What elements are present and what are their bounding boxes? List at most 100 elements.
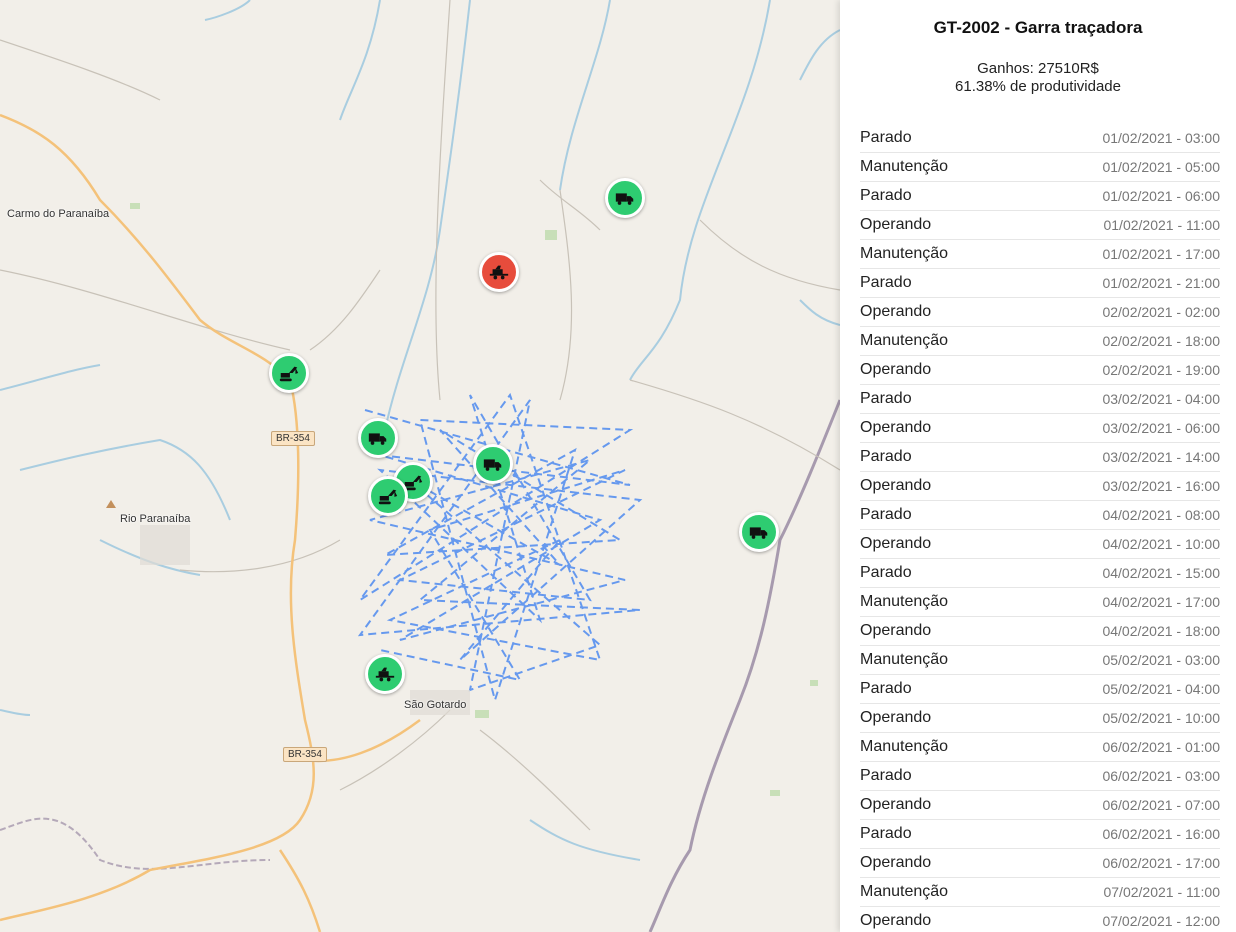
- event-row: Parado 03/02/2021 - 14:00: [860, 443, 1220, 472]
- event-datetime: 03/02/2021 - 04:00: [1102, 391, 1220, 407]
- event-status: Manutenção: [860, 158, 949, 175]
- productivity-text: 61.38% de produtividade: [955, 78, 1121, 95]
- event-datetime: 01/02/2021 - 06:00: [1102, 188, 1220, 204]
- event-status: Parado: [860, 506, 912, 523]
- truck-icon: [615, 193, 634, 205]
- event-status: Operando: [860, 361, 932, 378]
- event-datetime: 04/02/2021 - 17:00: [1102, 594, 1220, 610]
- event-row: Manutenção 01/02/2021 - 05:00: [860, 153, 1220, 182]
- event-row: Parado 01/02/2021 - 03:00: [860, 124, 1220, 153]
- road-shield: BR-354: [283, 747, 327, 762]
- event-row: Operando 06/02/2021 - 07:00: [860, 791, 1220, 820]
- event-status: Manutenção: [860, 738, 949, 755]
- panel-title: GT-2002 - Garra traçadora: [933, 18, 1143, 37]
- road-shield: BR-354: [271, 431, 315, 446]
- map-view[interactable]: Carmo do Paranaíba Rio Paranaíba São Got…: [0, 0, 840, 932]
- equipment-marker[interactable]: [269, 353, 309, 393]
- event-row: Operando 07/02/2021 - 12:00: [860, 907, 1220, 932]
- event-status: Operando: [860, 854, 932, 871]
- event-datetime: 04/02/2021 - 10:00: [1102, 536, 1220, 552]
- harvester-icon: [375, 667, 395, 682]
- equipment-marker[interactable]: [473, 444, 513, 484]
- event-datetime: 04/02/2021 - 18:00: [1102, 623, 1220, 639]
- event-row: Operando 03/02/2021 - 06:00: [860, 414, 1220, 443]
- event-row: Parado 05/02/2021 - 04:00: [860, 675, 1220, 704]
- event-datetime: 05/02/2021 - 10:00: [1102, 710, 1220, 726]
- harvester-icon: [489, 265, 509, 280]
- event-datetime: 04/02/2021 - 08:00: [1102, 507, 1220, 523]
- event-datetime: 02/02/2021 - 02:00: [1102, 304, 1220, 320]
- event-status: Operando: [860, 216, 932, 233]
- place-label: Carmo do Paranaíba: [7, 208, 110, 220]
- event-status: Parado: [860, 564, 912, 581]
- event-row: Parado 04/02/2021 - 15:00: [860, 559, 1220, 588]
- event-row: Parado 03/02/2021 - 04:00: [860, 385, 1220, 414]
- event-status: Manutenção: [860, 332, 949, 349]
- event-status: Manutenção: [860, 651, 949, 668]
- place-label: São Gotardo: [404, 699, 467, 711]
- truck-icon: [368, 433, 387, 445]
- event-status: Operando: [860, 912, 932, 929]
- event-row: Manutenção 01/02/2021 - 17:00: [860, 240, 1220, 269]
- event-row: Operando 04/02/2021 - 10:00: [860, 530, 1220, 559]
- equipment-marker[interactable]: [479, 252, 519, 292]
- event-datetime: 01/02/2021 - 17:00: [1102, 246, 1220, 262]
- event-status: Parado: [860, 825, 912, 842]
- equipment-marker[interactable]: [368, 476, 408, 516]
- event-status: Operando: [860, 796, 932, 813]
- event-datetime: 01/02/2021 - 21:00: [1102, 275, 1220, 291]
- event-row: Operando 06/02/2021 - 17:00: [860, 849, 1220, 878]
- event-datetime: 05/02/2021 - 03:00: [1102, 652, 1220, 668]
- equipment-marker[interactable]: [358, 418, 398, 458]
- event-datetime: 01/02/2021 - 03:00: [1102, 130, 1220, 146]
- event-status: Parado: [860, 448, 912, 465]
- event-status: Parado: [860, 129, 912, 146]
- event-row: Operando 01/02/2021 - 11:00: [860, 211, 1220, 240]
- event-status: Manutenção: [860, 245, 949, 262]
- equipment-marker[interactable]: [365, 654, 405, 694]
- event-status: Manutenção: [860, 593, 949, 610]
- event-status: Operando: [860, 535, 932, 552]
- event-status: Operando: [860, 622, 932, 639]
- equipment-marker[interactable]: [605, 178, 645, 218]
- event-datetime: 06/02/2021 - 07:00: [1102, 797, 1220, 813]
- event-row: Parado 01/02/2021 - 06:00: [860, 182, 1220, 211]
- event-datetime: 04/02/2021 - 15:00: [1102, 565, 1220, 581]
- place-label: Rio Paranaíba: [120, 513, 191, 525]
- event-datetime: 06/02/2021 - 01:00: [1102, 739, 1220, 755]
- event-status: Operando: [860, 477, 932, 494]
- event-status: Parado: [860, 274, 912, 291]
- event-datetime: 07/02/2021 - 12:00: [1102, 913, 1220, 929]
- earnings-text: Ganhos: 27510R$: [977, 60, 1099, 77]
- event-datetime: 03/02/2021 - 06:00: [1102, 420, 1220, 436]
- event-row: Operando 03/02/2021 - 16:00: [860, 472, 1220, 501]
- event-row: Parado 01/02/2021 - 21:00: [860, 269, 1220, 298]
- event-datetime: 02/02/2021 - 18:00: [1102, 333, 1220, 349]
- event-status: Parado: [860, 187, 912, 204]
- truck-icon: [749, 527, 768, 539]
- equipment-panel: GT-2002 - Garra traçadora Ganhos: 27510R…: [840, 0, 1236, 932]
- event-datetime: 02/02/2021 - 19:00: [1102, 362, 1220, 378]
- event-row: Parado 06/02/2021 - 03:00: [860, 762, 1220, 791]
- event-row: Parado 06/02/2021 - 16:00: [860, 820, 1220, 849]
- event-status: Parado: [860, 680, 912, 697]
- event-row: Manutenção 06/02/2021 - 01:00: [860, 733, 1220, 762]
- truck-icon: [483, 459, 502, 471]
- event-row: Operando 02/02/2021 - 02:00: [860, 298, 1220, 327]
- event-datetime: 06/02/2021 - 17:00: [1102, 855, 1220, 871]
- event-row: Manutenção 04/02/2021 - 17:00: [860, 588, 1220, 617]
- event-datetime: 03/02/2021 - 14:00: [1102, 449, 1220, 465]
- event-row: Manutenção 05/02/2021 - 03:00: [860, 646, 1220, 675]
- event-status: Operando: [860, 303, 932, 320]
- event-row: Operando 05/02/2021 - 10:00: [860, 704, 1220, 733]
- event-datetime: 07/02/2021 - 11:00: [1103, 884, 1220, 900]
- event-status: Manutenção: [860, 883, 949, 900]
- excavator-icon: [279, 366, 299, 382]
- event-row: Manutenção 02/02/2021 - 18:00: [860, 327, 1220, 356]
- event-status: Operando: [860, 419, 932, 436]
- event-datetime: 06/02/2021 - 16:00: [1102, 826, 1220, 842]
- event-row: Parado 04/02/2021 - 08:00: [860, 501, 1220, 530]
- equipment-marker[interactable]: [739, 512, 779, 552]
- event-row: Operando 04/02/2021 - 18:00: [860, 617, 1220, 646]
- event-row: Manutenção 07/02/2021 - 11:00: [860, 878, 1220, 907]
